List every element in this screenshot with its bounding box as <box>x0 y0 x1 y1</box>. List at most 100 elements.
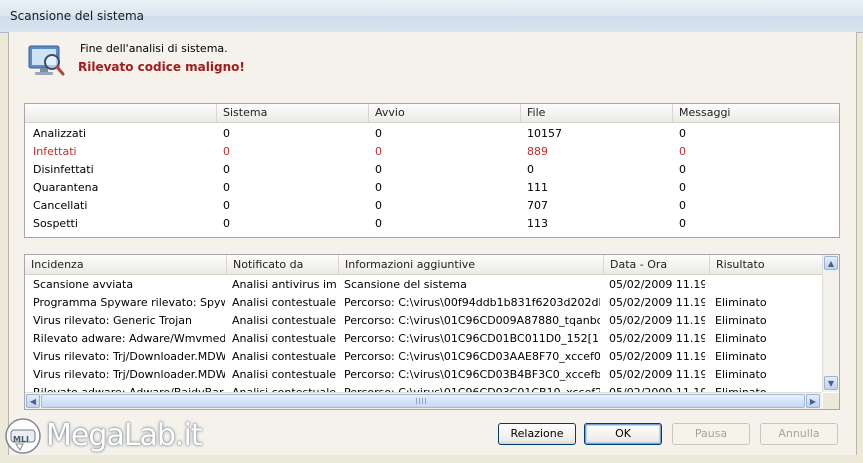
event-row[interactable]: Programma Spyware rilevato: Spyw... Anali… <box>25 294 822 312</box>
stats-cell: 113 <box>527 217 548 230</box>
event-cell: Percorso: C:\virus\01C96CD03AAE8F70_xcce… <box>344 350 600 363</box>
monitor-magnifier-icon <box>28 45 65 76</box>
stats-cell: 0 <box>375 181 382 194</box>
stats-cell: 0 <box>679 145 686 158</box>
event-cell: Percorso: C:\virus\01C96CD01BC011D0_152[… <box>344 332 600 345</box>
window-title: Scansione del sistema <box>10 9 145 23</box>
event-cell: Virus rilevato: Trj/Downloader.MDW <box>33 368 225 381</box>
watermark-text: MegaLab.it <box>46 418 203 453</box>
event-cell: 05/02/2009 11.19.... <box>609 368 705 381</box>
event-cell: Eliminato <box>715 296 767 309</box>
events-vertical-scrollbar[interactable]: ▲ ▼ <box>822 255 839 392</box>
events-header: Incidenza Notificato da Informazioni agg… <box>25 255 822 275</box>
stats-row: Quarantena 0 0 111 0 <box>25 179 839 197</box>
stats-row: Disinfettati 0 0 0 0 <box>25 161 839 179</box>
stats-col-label[interactable] <box>25 104 215 122</box>
events-col-data[interactable]: Data - Ora <box>603 255 709 274</box>
events-body: Scansione avviata Analisi antivirus im...… <box>25 275 822 393</box>
stats-col-file[interactable]: File <box>520 104 672 122</box>
stats-cell: 0 <box>375 199 382 212</box>
event-cell: Rilevato adware: Adware/Wmvmedi... <box>33 332 225 345</box>
scroll-right-icon[interactable]: ▶ <box>806 394 820 408</box>
event-row[interactable]: Virus rilevato: Trj/Downloader.MDW Analis… <box>25 348 822 366</box>
event-cell: Percorso: C:\virus\01C96CD03B4BF3C0_xcce… <box>344 368 600 381</box>
horizontal-scroll-thumb[interactable] <box>41 394 805 408</box>
event-cell: Analisi contestuale <box>232 314 336 327</box>
event-cell: Virus rilevato: Trj/Downloader.MDW <box>33 350 225 363</box>
stats-row: Cancellati 0 0 707 0 <box>25 197 839 215</box>
malware-detected-text: Rilevato codice maligno! <box>78 60 245 74</box>
event-cell: 05/02/2009 11.19.... <box>609 278 705 291</box>
stats-cell: 707 <box>527 199 548 212</box>
stats-row-label: Disinfettati <box>33 163 94 176</box>
event-cell: Virus rilevato: Generic Trojan <box>33 314 192 327</box>
event-cell: Scansione avviata <box>33 278 134 291</box>
scan-stats-table: Sistema Avvio File Messaggi Analizzati 0 0… <box>24 103 840 238</box>
scan-finished-text: Fine dell'analisi di sistema. <box>80 42 228 55</box>
title-bar: Scansione del sistema <box>0 0 863 33</box>
ok-button[interactable]: OK <box>584 423 662 445</box>
stats-cell: 0 <box>375 127 382 140</box>
stats-cell: 0 <box>375 163 382 176</box>
annulla-button[interactable]: Annulla <box>760 423 838 445</box>
stats-row-label: Analizzati <box>33 127 87 140</box>
event-cell: Analisi antivirus im... <box>232 278 336 291</box>
relazione-button[interactable]: Relazione <box>498 423 576 445</box>
event-row[interactable]: Scansione avviata Analisi antivirus im...… <box>25 276 822 294</box>
stats-col-messaggi[interactable]: Messaggi <box>672 104 839 122</box>
pausa-button[interactable]: Pausa <box>672 423 750 445</box>
event-cell: Analisi contestuale <box>232 350 336 363</box>
stats-row: Infettati 0 0 889 0 <box>25 143 839 161</box>
event-cell: 05/02/2009 11.19.... <box>609 332 705 345</box>
stats-col-sistema[interactable]: Sistema <box>216 104 368 122</box>
event-cell: Analisi contestuale <box>232 332 336 345</box>
scroll-left-icon[interactable]: ◀ <box>26 394 40 408</box>
stats-row: Sospetti 0 0 113 0 <box>25 215 839 233</box>
megalab-watermark: MLI MegaLab.it <box>2 412 203 460</box>
stats-cell: 0 <box>679 127 686 140</box>
stats-row-label: Infettati <box>33 145 77 158</box>
scroll-down-icon[interactable]: ▼ <box>824 376 838 390</box>
stats-cell: 0 <box>223 127 230 140</box>
events-list: Incidenza Notificato da Informazioni agg… <box>24 254 840 410</box>
stats-row-label: Cancellati <box>33 199 88 212</box>
stats-cell: 0 <box>223 163 230 176</box>
stats-cell: 0 <box>223 217 230 230</box>
event-cell: Percorso: C:\virus\01C96CD009A87880_tqan… <box>344 314 600 327</box>
event-row[interactable]: Virus rilevato: Trj/Downloader.MDW Analis… <box>25 366 822 384</box>
event-row[interactable]: Virus rilevato: Generic Trojan Analisi co… <box>25 312 822 330</box>
stats-cell: 111 <box>527 181 548 194</box>
scroll-up-icon[interactable]: ▲ <box>824 256 838 270</box>
events-col-risultato[interactable]: Risultato <box>709 255 822 274</box>
event-cell: Eliminato <box>715 350 767 363</box>
event-cell: Eliminato <box>715 368 767 381</box>
stats-cell: 0 <box>679 199 686 212</box>
events-col-info[interactable]: Informazioni aggiuntive <box>338 255 603 274</box>
stats-cell: 0 <box>679 217 686 230</box>
scroll-corner <box>823 393 839 409</box>
event-cell: 05/02/2009 11.19.... <box>609 350 705 363</box>
event-cell: Eliminato <box>715 332 767 345</box>
stats-cell: 0 <box>375 217 382 230</box>
event-cell: Analisi contestuale <box>232 296 336 309</box>
stats-cell: 0 <box>679 163 686 176</box>
event-cell: Percorso: C:\virus\00f94ddb1b831f6203d20… <box>344 296 600 309</box>
event-cell: 05/02/2009 11.19.... <box>609 296 705 309</box>
stats-cell: 0 <box>375 145 382 158</box>
stats-cell: 10157 <box>527 127 562 140</box>
events-col-incidenza[interactable]: Incidenza <box>25 255 225 274</box>
events-col-notificato[interactable]: Notificato da <box>226 255 338 274</box>
event-cell: Programma Spyware rilevato: Spyw... <box>33 296 225 309</box>
event-row[interactable]: Rilevato adware: Adware/Wmvmedi... Analis… <box>25 330 822 348</box>
stats-header: Sistema Avvio File Messaggi <box>25 104 839 123</box>
stats-cell: 0 <box>527 163 534 176</box>
stats-col-avvio[interactable]: Avvio <box>368 104 520 122</box>
stats-row-label: Sospetti <box>33 217 78 230</box>
event-cell: Eliminato <box>715 314 767 327</box>
watermark-badge: MLI <box>13 435 30 444</box>
event-cell: Analisi contestuale <box>232 368 336 381</box>
stats-row-label: Quarantena <box>33 181 99 194</box>
event-cell: Scansione del sistema <box>344 278 467 291</box>
events-horizontal-scrollbar[interactable]: ◀ ▶ <box>25 392 822 409</box>
stats-cell: 889 <box>527 145 548 158</box>
